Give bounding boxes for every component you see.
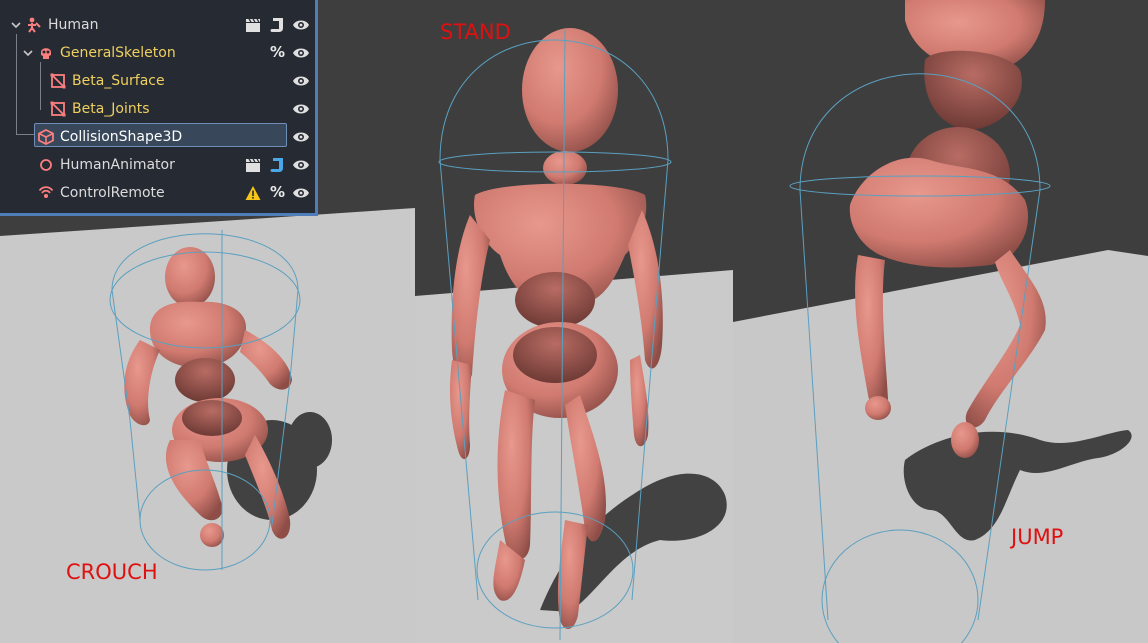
tree-item-beta-surface[interactable]: Beta_Surface (0, 67, 315, 95)
skeleton-root-icon (28, 17, 41, 33)
visibility-icon[interactable] (292, 130, 310, 144)
scene-tree-panel[interactable]: Human GeneralSkeleton % Beta_Surface Bet… (0, 0, 318, 216)
visibility-icon[interactable] (292, 158, 310, 172)
chevron-down-icon[interactable] (22, 46, 34, 60)
tree-item-label: GeneralSkeleton (60, 45, 176, 61)
tree-item-label: CollisionShape3D (60, 129, 183, 145)
tree-item-control-remote[interactable]: ControlRemote % (0, 179, 315, 207)
tree-item-label: Human (48, 17, 99, 33)
visibility-icon[interactable] (292, 74, 310, 88)
tree-item-collision-shape[interactable]: CollisionShape3D (0, 120, 315, 150)
collision-shape-icon (38, 129, 54, 145)
warning-icon[interactable] (245, 185, 261, 201)
node-circle-icon (40, 159, 52, 171)
tree-item-label: HumanAnimator (60, 157, 175, 173)
unique-name-icon[interactable]: % (270, 43, 285, 61)
tree-item-label: Beta_Surface (72, 73, 165, 89)
mesh-icon (50, 101, 66, 117)
tree-item-label: Beta_Joints (72, 101, 150, 117)
mesh-icon (50, 73, 66, 89)
tree-item-label: ControlRemote (60, 185, 165, 201)
tree-item-human-animator[interactable]: HumanAnimator (0, 151, 315, 179)
crouch-label: CROUCH (66, 560, 158, 584)
remote-signal-icon (38, 186, 54, 198)
script-icon[interactable] (269, 157, 285, 173)
clapperboard-icon[interactable] (245, 17, 261, 33)
visibility-icon[interactable] (292, 102, 310, 116)
tree-item-beta-joints[interactable]: Beta_Joints (0, 95, 315, 123)
jump-label: JUMP (1011, 525, 1064, 549)
chevron-down-icon[interactable] (10, 18, 22, 32)
unique-name-icon[interactable]: % (270, 183, 285, 201)
tree-item-general-skeleton[interactable]: GeneralSkeleton % (0, 39, 315, 67)
visibility-icon[interactable] (292, 18, 310, 32)
clapperboard-icon[interactable] (245, 157, 261, 173)
script-icon[interactable] (269, 17, 285, 33)
visibility-icon[interactable] (292, 46, 310, 60)
tree-item-human[interactable]: Human (0, 11, 315, 39)
skull-icon (41, 48, 51, 59)
stand-label: STAND (440, 20, 511, 44)
visibility-icon[interactable] (292, 186, 310, 200)
